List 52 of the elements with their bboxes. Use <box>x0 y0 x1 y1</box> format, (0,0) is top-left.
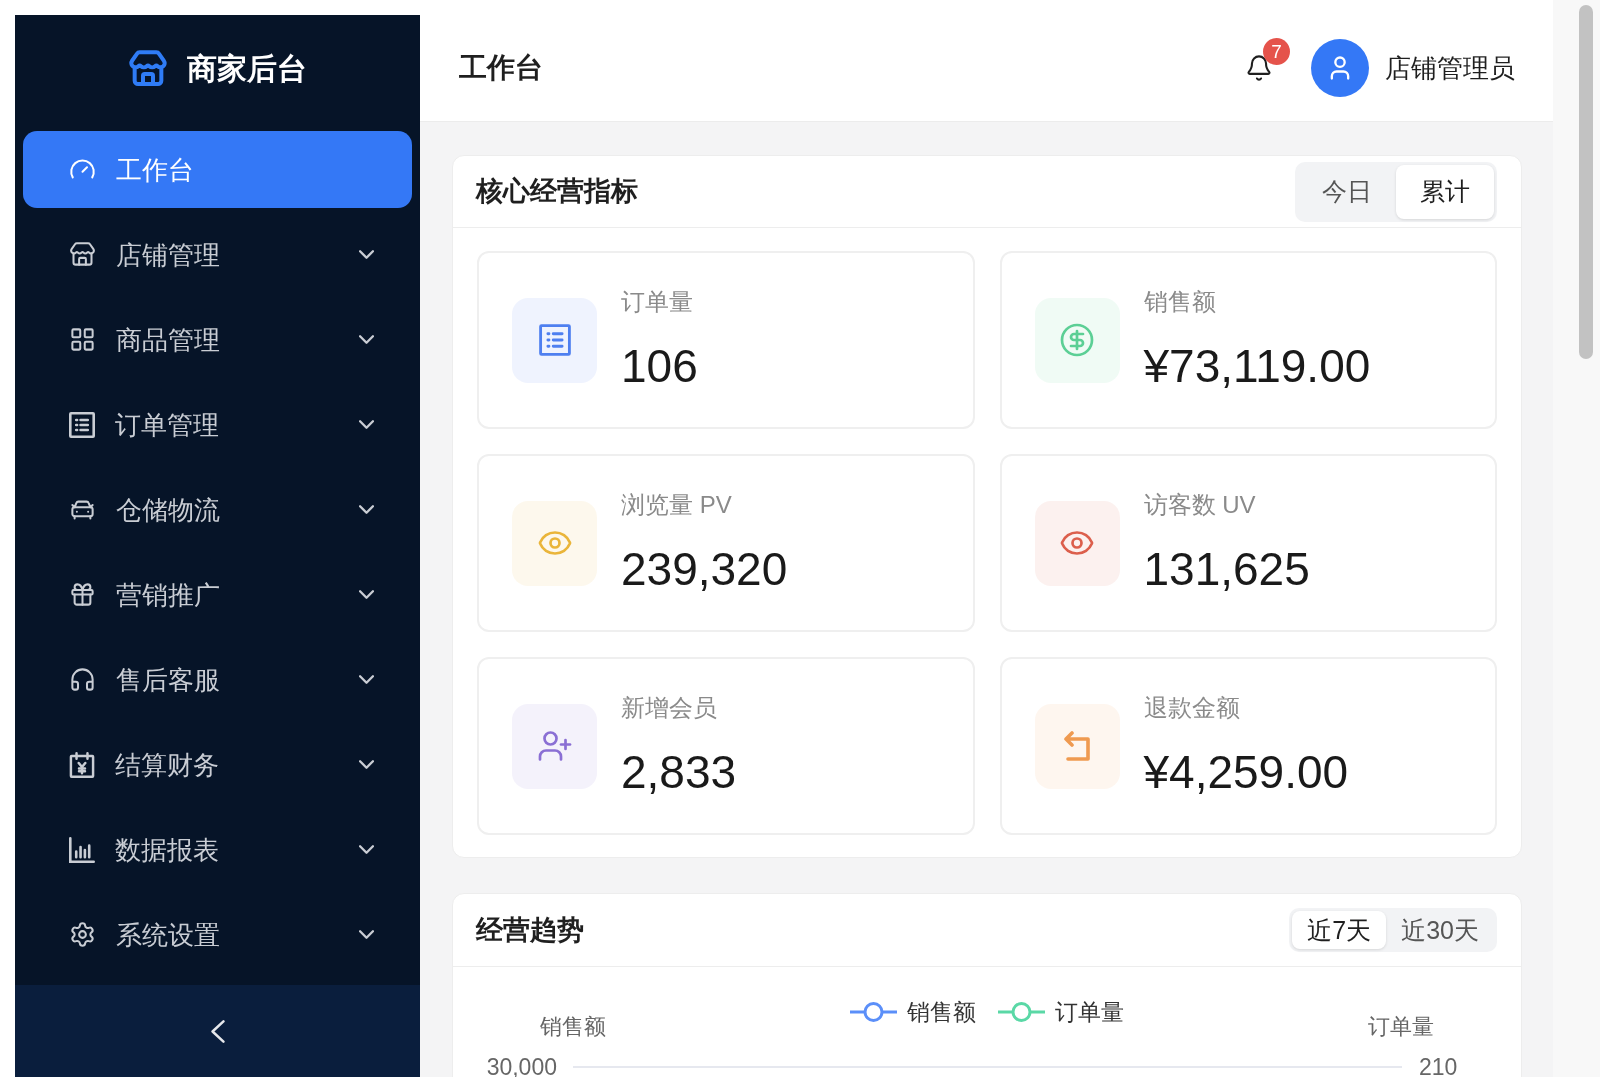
stat-value: 2,833 <box>621 745 737 800</box>
calendar-icon <box>69 751 95 778</box>
store-icon <box>69 241 96 268</box>
stat-value: ¥4,259.00 <box>1143 745 1349 800</box>
sidebar-item[interactable]: 营销推广 <box>23 556 412 633</box>
sidebar-item[interactable]: 工作台 <box>23 131 412 208</box>
sidebar-item[interactable]: 结算财务 <box>23 726 412 803</box>
collapse-button[interactable] <box>210 1017 225 1045</box>
user-name: 店铺管理员 <box>1385 55 1515 81</box>
list-icon <box>69 411 95 438</box>
stat-value: 131,625 <box>1143 542 1310 597</box>
stat-label: 退款金额 <box>1143 693 1241 723</box>
sidebar-item[interactable]: 数据报表 <box>23 811 412 888</box>
app-title: 商家后台 <box>187 54 307 84</box>
bell-icon <box>1245 53 1273 83</box>
segment-tab[interactable]: 累计 <box>1396 164 1494 219</box>
scrollbar-thumb[interactable] <box>1579 5 1593 359</box>
sidebar-item[interactable]: 店铺管理 <box>23 216 412 293</box>
stat-value: 239,320 <box>621 542 788 597</box>
stat-label: 访客数 UV <box>1143 490 1257 520</box>
axis-title: 销售额 <box>540 1013 606 1041</box>
segment-tab[interactable]: 近30天 <box>1386 911 1494 949</box>
stat-label: 新增会员 <box>621 693 718 723</box>
settings-icon <box>69 921 96 948</box>
legend-label: 销售额 <box>907 1000 976 1024</box>
store-logo-icon <box>128 49 168 89</box>
segment-tab[interactable]: 近7天 <box>1292 911 1387 949</box>
segment-tab[interactable]: 今日 <box>1298 164 1396 219</box>
sidebar-item[interactable]: 售后客服 <box>23 641 412 718</box>
avatar-icon <box>1311 39 1369 97</box>
notification-badge: 7 <box>1263 38 1290 65</box>
panel-title: 核心经营指标 <box>476 178 638 205</box>
panel-title: 经营趋势 <box>476 916 584 944</box>
stat-label: 浏览量 PV <box>621 490 733 520</box>
notification-button[interactable] <box>1245 52 1273 84</box>
sidebar-item[interactable]: 仓储物流 <box>23 471 412 548</box>
sidebar-item[interactable]: 商品管理 <box>23 301 412 378</box>
legend-label: 订单量 <box>1055 1000 1124 1024</box>
gift-icon <box>69 581 96 608</box>
bar-chart-icon <box>69 836 95 863</box>
sidebar-item[interactable]: 系统设置 <box>23 896 412 973</box>
stat-label: 订单量 <box>621 287 694 317</box>
chevron-left-icon <box>210 1017 225 1045</box>
page-title: 工作台 <box>459 54 543 82</box>
headphones-icon <box>69 666 96 693</box>
stat-value: 106 <box>621 339 698 394</box>
grid-icon <box>69 326 96 353</box>
stat-value: ¥73,119.00 <box>1143 339 1371 394</box>
axis-title: 订单量 <box>1368 1013 1434 1041</box>
sidebar-item[interactable]: 订单管理 <box>23 386 412 463</box>
stat-label: 销售额 <box>1143 287 1217 317</box>
axis-tick-label: 210 <box>1419 1053 1458 1077</box>
